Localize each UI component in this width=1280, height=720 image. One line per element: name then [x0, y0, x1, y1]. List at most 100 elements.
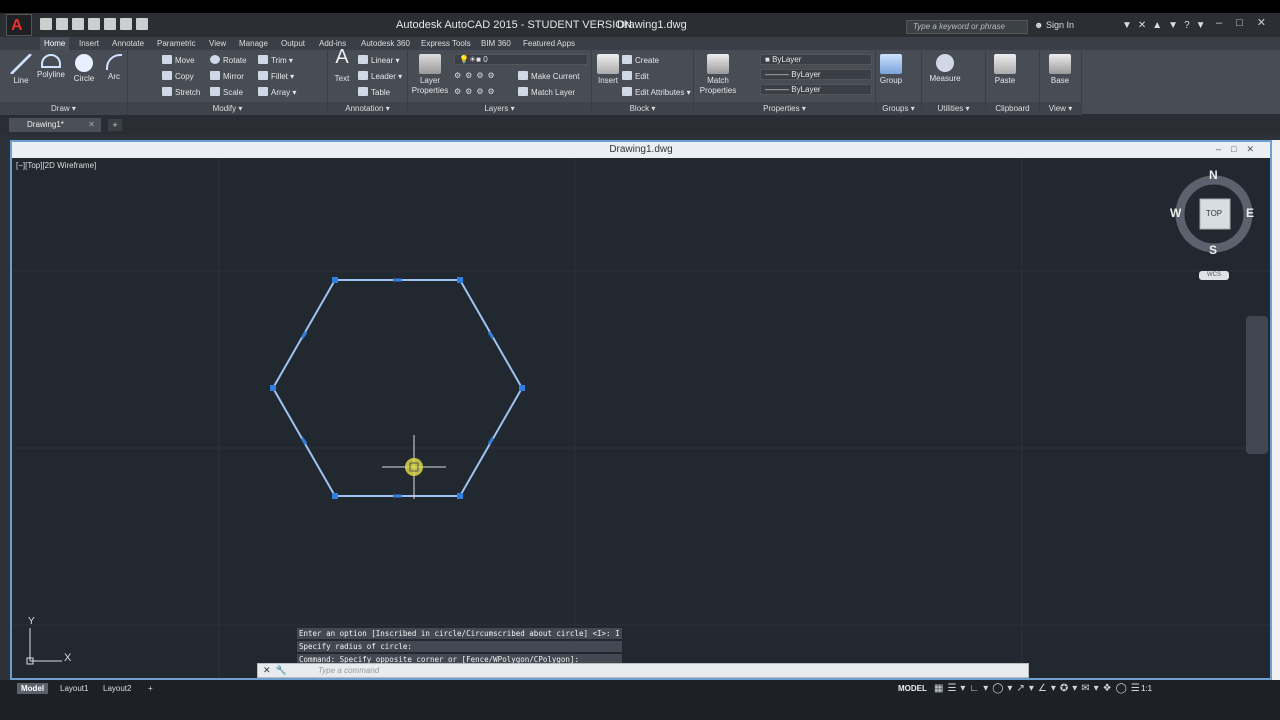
grip[interactable]: [270, 385, 276, 391]
navigation-bar[interactable]: [1246, 316, 1268, 454]
color-dropdown[interactable]: ■ ByLayer: [760, 54, 872, 65]
grips[interactable]: [270, 277, 525, 499]
tab-layout2[interactable]: Layout2: [99, 683, 135, 694]
group-button[interactable]: Group: [878, 54, 904, 86]
new-tab-button[interactable]: +: [108, 119, 122, 131]
grip[interactable]: [457, 277, 463, 283]
draw-panel-title[interactable]: Draw ▾: [0, 102, 127, 115]
mirror-button[interactable]: Mirror: [210, 71, 244, 81]
save-icon[interactable]: [72, 18, 84, 30]
compass-s[interactable]: S: [1209, 243, 1217, 257]
block-panel-title[interactable]: Block ▾: [592, 102, 693, 115]
lineweight-dropdown[interactable]: ——— ByLayer: [760, 84, 872, 95]
layers-panel-title[interactable]: Layers ▾: [408, 102, 591, 115]
scale-button[interactable]: Scale: [210, 87, 243, 97]
layer-tool-icons-2[interactable]: ⚙⚙⚙⚙: [454, 87, 499, 96]
model-space-toggle[interactable]: MODEL: [898, 684, 927, 693]
layer-dropdown[interactable]: 💡☀■ 0: [454, 54, 588, 65]
model-space-canvas[interactable]: [−][Top][2D Wireframe] N S E W TOP WCS X…: [12, 158, 1270, 678]
edit-button[interactable]: Edit: [622, 71, 649, 81]
create-button[interactable]: Create: [622, 55, 659, 65]
command-line-buttons[interactable]: ✕🔧: [263, 665, 292, 676]
grip[interactable]: [519, 385, 525, 391]
tab-autodesk360[interactable]: Autodesk 360: [361, 37, 410, 50]
compass-e[interactable]: E: [1246, 206, 1254, 220]
circle-button[interactable]: Circle: [70, 54, 98, 84]
application-menu-button[interactable]: A: [6, 14, 32, 36]
new-icon[interactable]: [40, 18, 52, 30]
mirror-label: Mirror: [223, 72, 244, 81]
utilities-panel-title[interactable]: Utilities ▾: [922, 102, 985, 115]
annotation-panel-title[interactable]: Annotation ▾: [328, 102, 407, 115]
grip[interactable]: [457, 493, 463, 499]
linetype-dropdown[interactable]: ——— ByLayer: [760, 69, 872, 80]
tab-home[interactable]: Home: [40, 37, 70, 50]
redo-icon[interactable]: [136, 18, 148, 30]
command-line[interactable]: ✕🔧 Type a command: [257, 663, 1029, 678]
add-layout-button[interactable]: +: [144, 683, 157, 694]
search-input[interactable]: Type a keyword or phrase: [906, 20, 1028, 34]
close-tab-icon[interactable]: ✕: [88, 118, 95, 132]
viewport-controls-label[interactable]: [−][Top][2D Wireframe]: [16, 161, 96, 170]
linear-button[interactable]: Linear ▾: [358, 55, 400, 65]
tab-parametric[interactable]: Parametric: [157, 37, 196, 50]
window-controls[interactable]: –□✕: [1216, 16, 1280, 29]
saveas-icon[interactable]: [88, 18, 100, 30]
compass-w[interactable]: W: [1170, 206, 1181, 220]
tab-model[interactable]: Model: [17, 683, 49, 694]
undo-icon[interactable]: [120, 18, 132, 30]
drawing-window-controls[interactable]: –□✕: [1216, 144, 1264, 155]
copy-button[interactable]: Copy: [162, 71, 194, 81]
fillet-button[interactable]: Fillet ▾: [258, 71, 294, 81]
line-button[interactable]: Line: [8, 54, 34, 86]
insert-button[interactable]: Insert: [594, 54, 622, 86]
layer-tool-icons[interactable]: ⚙⚙⚙⚙: [454, 71, 499, 80]
arc-button[interactable]: Arc: [102, 54, 126, 82]
modify-panel-title[interactable]: Modify ▾: [128, 102, 327, 115]
tab-insert[interactable]: Insert: [79, 37, 99, 50]
trim-button[interactable]: Trim ▾: [258, 55, 293, 65]
view-panel-title[interactable]: View ▾: [1040, 102, 1081, 115]
status-toggles[interactable]: ▦☰▾∟▾◯▾↗▾∠▾✪▾✉▾❖◯☰: [934, 683, 1144, 694]
compass-n[interactable]: N: [1209, 168, 1218, 182]
stretch-button[interactable]: Stretch: [162, 87, 200, 97]
tab-view[interactable]: View: [209, 37, 226, 50]
make-current-button[interactable]: Make Current: [518, 71, 579, 81]
tab-bim360[interactable]: BIM 360: [481, 37, 511, 50]
base-button[interactable]: Base: [1044, 54, 1076, 86]
document-tab-drawing1[interactable]: Drawing1* ✕: [9, 118, 101, 132]
array-button[interactable]: Array ▾: [258, 87, 296, 97]
edit-attributes-button[interactable]: Edit Attributes ▾: [622, 87, 691, 97]
match-layer-button[interactable]: Match Layer: [518, 87, 575, 97]
tab-annotate[interactable]: Annotate: [112, 37, 144, 50]
grip[interactable]: [332, 493, 338, 499]
rotate-button[interactable]: Rotate: [210, 55, 247, 65]
properties-panel-title[interactable]: Properties ▾: [694, 102, 875, 115]
midpoint-grips[interactable]: [300, 278, 495, 498]
paste-button[interactable]: Paste: [990, 54, 1020, 86]
header-icons[interactable]: ▼✕▲▼?▼: [1122, 20, 1212, 31]
open-icon[interactable]: [56, 18, 68, 30]
tab-output[interactable]: Output: [281, 37, 305, 50]
groups-panel-title[interactable]: Groups ▾: [876, 102, 921, 115]
tab-express-tools[interactable]: Express Tools: [421, 37, 471, 50]
tab-featured-apps[interactable]: Featured Apps: [523, 37, 575, 50]
tab-layout1[interactable]: Layout1: [56, 683, 92, 694]
match-properties-button[interactable]: Match Properties: [698, 54, 738, 96]
measure-button[interactable]: Measure: [928, 54, 962, 84]
layer-properties-button[interactable]: Layer Properties: [410, 54, 450, 96]
command-input[interactable]: Type a command: [318, 666, 379, 675]
hexagon[interactable]: [271, 279, 524, 497]
tab-manage[interactable]: Manage: [239, 37, 268, 50]
polyline-label: Polyline: [36, 70, 65, 79]
table-button[interactable]: Table: [358, 87, 390, 97]
annotation-scale[interactable]: 1:1: [1141, 684, 1152, 693]
right-scrollbar[interactable]: [1272, 140, 1280, 680]
sign-in-button[interactable]: ☻ Sign In: [1034, 20, 1074, 30]
text-button[interactable]: A Text: [330, 47, 354, 84]
polyline-button[interactable]: Polyline: [36, 54, 66, 80]
leader-button[interactable]: Leader ▾: [358, 71, 402, 81]
grip[interactable]: [332, 277, 338, 283]
print-icon[interactable]: [104, 18, 116, 30]
move-button[interactable]: Move: [162, 55, 195, 65]
